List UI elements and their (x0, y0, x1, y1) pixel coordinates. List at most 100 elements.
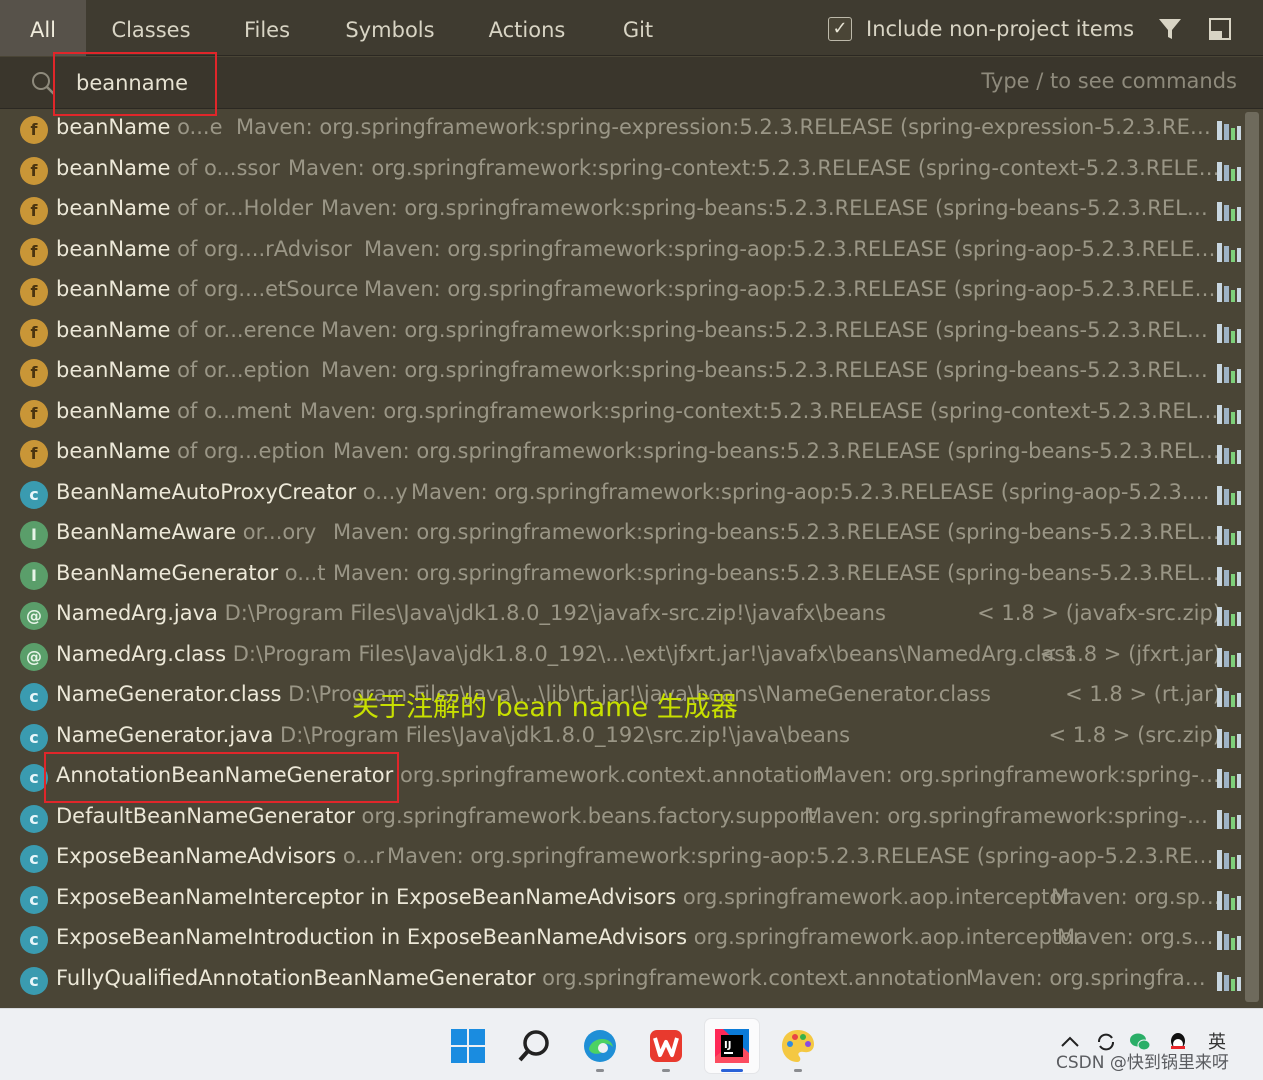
result-row[interactable]: c NameGenerator.java D:\Program Files\Jav… (0, 718, 1243, 758)
result-row[interactable]: c ExposeBeanNameInterceptor in ExposeBean… (0, 880, 1243, 920)
class-icon: c (20, 885, 48, 914)
result-name-text: ExposeBeanNameIntroduction in ExposeBean… (56, 925, 688, 949)
tab-files[interactable]: Files (226, 0, 308, 56)
result-name: beanName of or...erence (56, 318, 315, 342)
taskbar-search-button[interactable] (507, 1019, 561, 1073)
result-name-text: beanName (56, 277, 171, 301)
result-location: Maven: org.spr... (1057, 925, 1221, 949)
result-container: o...y (356, 479, 408, 504)
result-container: D:\Program Files\Java\jdk1.8.0_192\src.z… (273, 722, 851, 747)
result-container: of o...ssor (170, 155, 280, 180)
result-name-text: NameGenerator.class (56, 682, 282, 706)
result-name-text: BeanNameGenerator (56, 560, 279, 585)
field-icon: f (20, 116, 48, 144)
interface-icon: I (20, 521, 48, 549)
result-name: DefaultBeanNameGenerator org.springframe… (56, 804, 816, 828)
result-name-text: NameGenerator.java (56, 722, 274, 747)
result-name: NameGenerator.class D:\Program Files\Jav… (56, 682, 991, 706)
tab-classes[interactable]: Classes (96, 0, 206, 56)
intellij-button[interactable]: IJ (705, 1019, 759, 1073)
search-bar: Type / to see commands (0, 57, 1263, 109)
tab-bar: All Classes Files Symbols Actions Git ✓ … (0, 0, 1263, 56)
library-icon (1217, 323, 1241, 343)
library-icon (1217, 647, 1241, 667)
result-name: beanName o...e (56, 115, 223, 139)
tab-symbols[interactable]: Symbols (330, 0, 450, 56)
result-name: AnnotationBeanNameGenerator org.springfr… (56, 763, 826, 787)
library-icon (1217, 121, 1241, 140)
filter-icon[interactable] (1156, 15, 1184, 43)
result-container: of org....etSource (170, 277, 359, 301)
result-container: of or...erence (170, 317, 316, 342)
result-name-text: ExposeBeanNameAdvisors (56, 844, 337, 868)
result-row[interactable]: f beanName of or...Holder Maven: org.sprin… (0, 191, 1243, 231)
annotation-icon: @ (20, 602, 48, 630)
field-icon: f (20, 278, 48, 306)
result-row[interactable]: f beanName of or...erence Maven: org.sprin… (0, 313, 1243, 353)
result-name-text: beanName (56, 398, 171, 423)
result-library: < 1.8 > (rt.jar) (1065, 682, 1221, 706)
library-icon (1217, 242, 1241, 262)
result-container: D:\Program Files\Java\jdk1.8.0_192\javaf… (217, 601, 886, 625)
result-row[interactable]: f beanName of o...ssor Maven: org.springfr… (0, 151, 1243, 191)
result-row[interactable]: c DefaultBeanNameGenerator org.springfram… (0, 799, 1243, 839)
tab-all[interactable]: All (0, 0, 86, 56)
result-location: Maven: org.springframework:spring-beans:… (321, 196, 1221, 220)
result-container: of org...eption (170, 439, 325, 463)
library-icon (1217, 526, 1241, 545)
result-name-text: FullyQualifiedAnnotationBeanNameGenerato… (56, 965, 536, 990)
scrollbar-thumb[interactable] (1245, 112, 1259, 1002)
annotation-icon: @ (20, 642, 48, 671)
search-input[interactable] (76, 67, 476, 99)
include-label: Include non-project items (866, 17, 1135, 41)
result-container: org.springframework.aop.interceptor (676, 884, 1071, 909)
result-location: Maven: org.springframework:spring-co... (816, 763, 1221, 787)
result-row[interactable]: c NameGenerator.class D:\Program Files\Ja… (0, 677, 1243, 717)
windows-icon (451, 1029, 485, 1063)
include-checkbox[interactable]: ✓ (828, 17, 852, 41)
result-location: Maven: org.springframe... (966, 965, 1221, 990)
wps-running-dot (662, 1069, 670, 1072)
library-icon (1217, 850, 1241, 869)
library-icon (1217, 404, 1241, 424)
result-row[interactable]: I BeanNameAware or...ory Maven: org.spring… (0, 515, 1243, 555)
result-container: o...e (170, 115, 223, 139)
preview-panel-icon[interactable] (1206, 15, 1234, 43)
result-name: ExposeBeanNameIntroduction in ExposeBean… (56, 925, 1082, 949)
result-location: Maven: org.springframework:spring-aop:5.… (387, 844, 1221, 868)
edge-button[interactable] (573, 1019, 627, 1073)
result-row[interactable]: I BeanNameGenerator o...t Maven: org.sprin… (0, 556, 1243, 596)
result-row[interactable]: f beanName o...e Maven: org.springframewor… (0, 110, 1243, 150)
result-row[interactable]: f beanName of o...ment Maven: org.springfr… (0, 394, 1243, 434)
result-row[interactable]: f beanName of org....etSource Maven: org.s… (0, 272, 1243, 312)
result-row[interactable]: @ NamedArg.class D:\Program Files\Java\jd… (0, 637, 1243, 677)
result-row[interactable]: c AnnotationBeanNameGenerator org.springf… (0, 758, 1243, 798)
paint-button[interactable] (771, 1019, 825, 1073)
wps-button[interactable] (639, 1019, 693, 1073)
result-location: Maven: org.springframework:spring-expres… (236, 115, 1221, 139)
result-row[interactable]: c ExposeBeanNameIntroduction in ExposeBea… (0, 920, 1243, 960)
result-row[interactable]: c ExposeBeanNameAdvisors o...r Maven: org.… (0, 839, 1243, 879)
field-icon: f (20, 156, 48, 185)
result-container: org.springframework.context.annotation (393, 763, 826, 787)
library-icon (1217, 809, 1241, 829)
result-row[interactable]: c BeanNameAutoProxyCreator o...y Maven: or… (0, 475, 1243, 515)
include-non-project-option[interactable]: ✓ Include non-project items (828, 14, 1134, 44)
tab-actions[interactable]: Actions (472, 0, 582, 56)
result-name-text: BeanNameAware (56, 520, 237, 544)
result-row[interactable]: f beanName of org....rAdvisor Maven: org.s… (0, 232, 1243, 272)
class-icon: c (20, 804, 48, 833)
windows-start-button[interactable] (441, 1019, 495, 1073)
result-row[interactable]: f beanName of or...eption Maven: org.sprin… (0, 353, 1243, 393)
result-name: NamedArg.class D:\Program Files\Java\jdk… (56, 642, 1076, 666)
result-row[interactable]: c FullyQualifiedAnnotationBeanNameGenerat… (0, 961, 1243, 1001)
result-location: Maven: org.springframework:spring-bea... (804, 803, 1221, 828)
result-row[interactable]: f beanName of org...eption Maven: org.spri… (0, 434, 1243, 474)
library-icon (1217, 161, 1241, 181)
search-hint: Type / to see commands (981, 69, 1237, 93)
results-list: f beanName o...e Maven: org.springframewor… (0, 110, 1243, 1007)
library-icon (1217, 283, 1241, 302)
library-icon (1217, 890, 1241, 910)
tab-git[interactable]: Git (606, 0, 670, 56)
result-row[interactable]: @ NamedArg.java D:\Program Files\Java\jdk… (0, 596, 1243, 636)
